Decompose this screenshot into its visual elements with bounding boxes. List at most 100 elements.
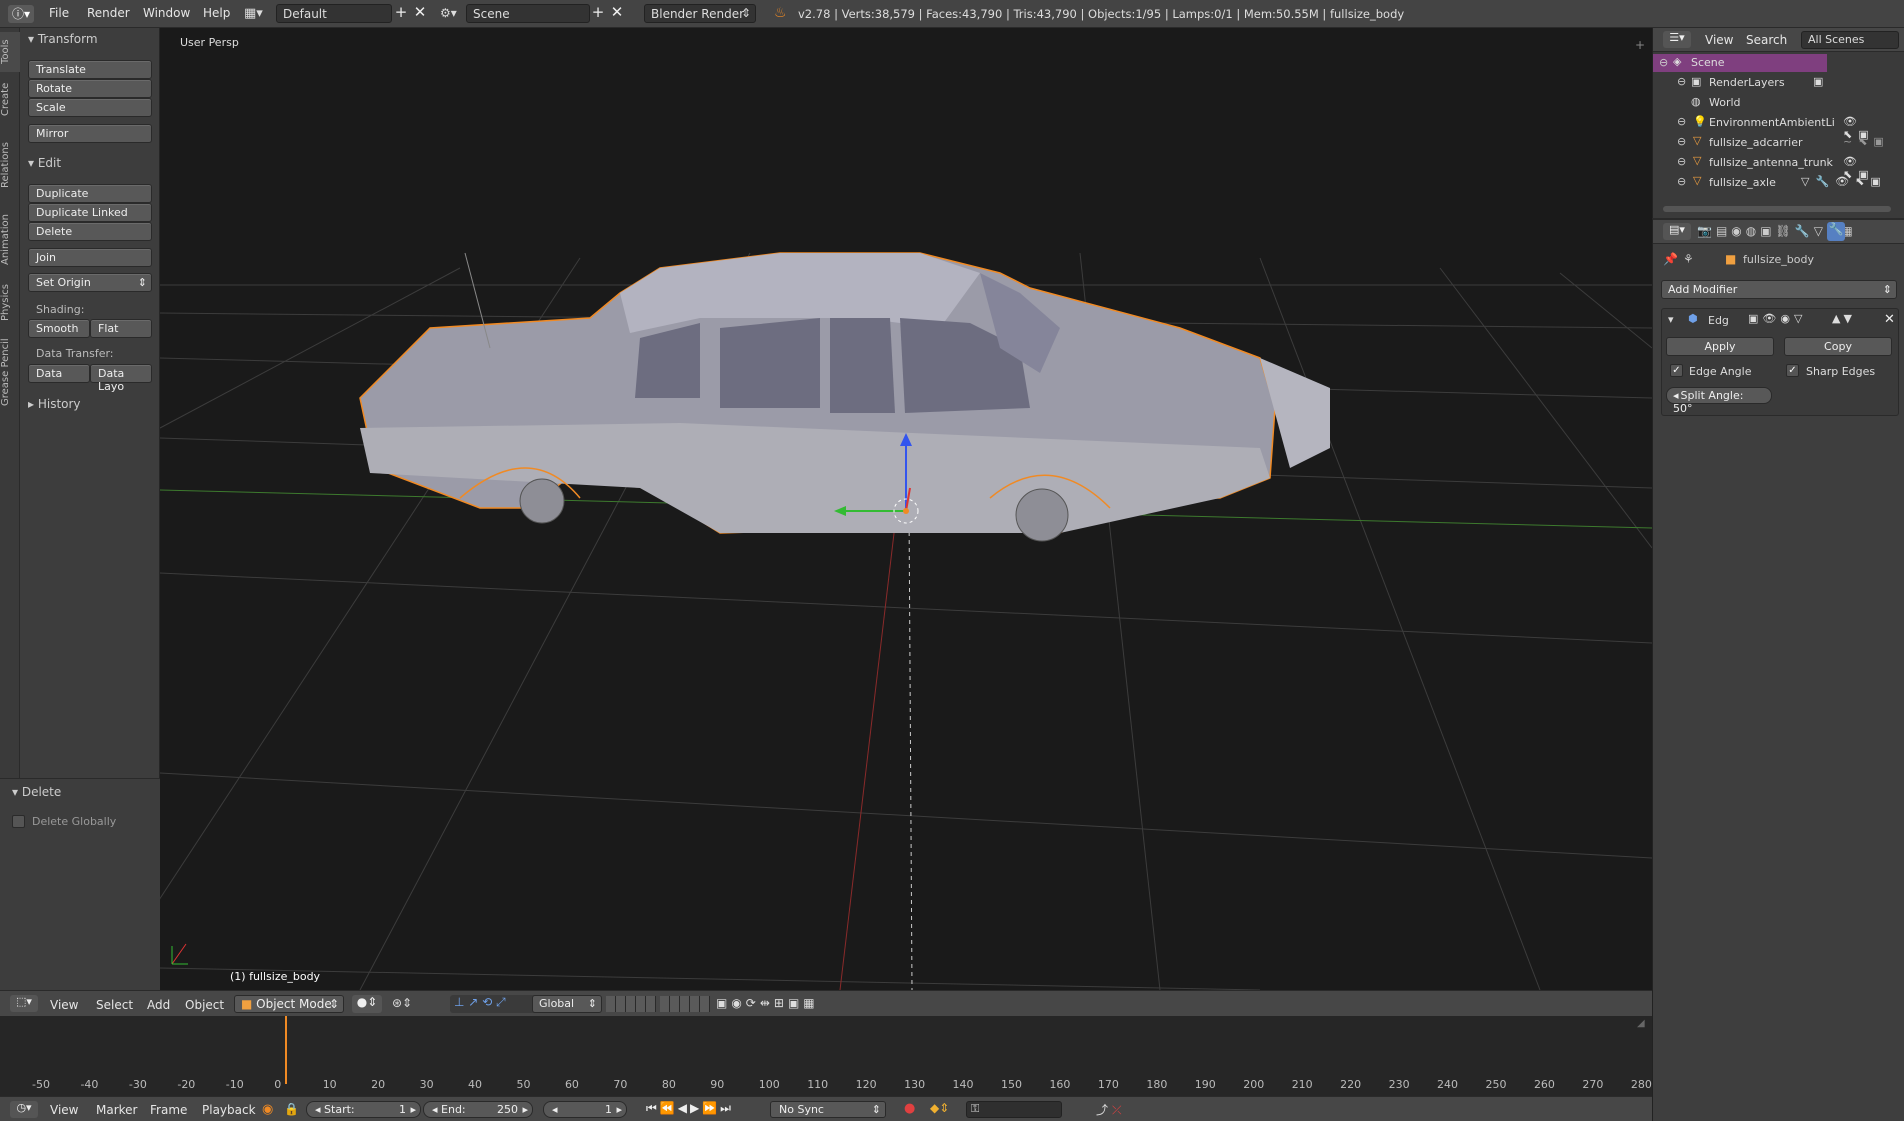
tab-tools[interactable]: Tools (0, 32, 20, 72)
timeline[interactable]: -50 -40 -30 -20 -10 0 10 20 30 40 50 60 70 80 90 100 110… (0, 1016, 1652, 1096)
translate-button[interactable]: Translate (28, 60, 152, 79)
sync-selector[interactable]: No Sync ⇕ (770, 1101, 886, 1118)
scale-button[interactable]: Scale (28, 98, 152, 117)
panel-edit-header[interactable]: ▾ Edit (28, 156, 61, 170)
modifier-remove-icon[interactable]: ✕ (1884, 312, 1895, 327)
delete-operator-header[interactable]: ▾ Delete (12, 785, 61, 799)
close-scene-icon[interactable]: ✕ (608, 4, 626, 23)
menu-window[interactable]: Window (143, 6, 190, 20)
add-layout-icon[interactable]: + (392, 4, 410, 23)
split-angle-field[interactable]: ◂ Split Angle: 50° (1666, 387, 1772, 415)
data-button[interactable]: Data (28, 364, 90, 383)
menu-select[interactable]: Select (96, 998, 133, 1012)
tl-menu-view[interactable]: View (50, 1103, 78, 1117)
smooth-button[interactable]: Smooth (28, 319, 90, 338)
modifier-move-icons[interactable]: ▲▼ (1832, 312, 1855, 325)
render-engine-selector[interactable]: Blender Render ⇕ (644, 4, 756, 23)
layout-selector[interactable]: Default (276, 4, 392, 23)
keying-icon[interactable]: ◉ (262, 1102, 273, 1117)
timeline-tick-label: 30 (419, 1078, 434, 1091)
properties-editor-icon[interactable]: ▤▾ (1663, 223, 1691, 240)
outliner-item-renderlayers[interactable]: ⊖ ▣ RenderLayers ▣ (1653, 74, 1893, 94)
end-frame-field[interactable]: ◂ End: 250 ▸ (423, 1101, 533, 1118)
start-frame-field[interactable]: ◂ Start: 1 ▸ (306, 1101, 421, 1118)
scene-selector[interactable]: Scene (466, 4, 590, 23)
tl-menu-marker[interactable]: Marker (96, 1103, 137, 1117)
tab-animation[interactable]: Animation (0, 208, 20, 272)
close-layout-icon[interactable]: ✕ (411, 4, 429, 23)
key-insert-icons[interactable]: ⤴⤫ (1096, 1101, 1126, 1118)
3d-viewport[interactable]: User Persp (1) fullsize_body + (160, 28, 1652, 990)
viewport-corner-icon[interactable]: + (1635, 38, 1645, 52)
tab-relations[interactable]: Relations (0, 126, 20, 204)
outliner-item-antenna[interactable]: ⊖ ▽ fullsize_antenna_trunk 👁⬉▣ (1653, 154, 1893, 181)
add-modifier-dropdown[interactable]: Add Modifier ⇕ (1661, 280, 1897, 299)
apply-button[interactable]: Apply (1666, 337, 1774, 356)
timeline-corner-icon[interactable]: ◢ (1637, 1018, 1645, 1029)
modifier-collapse-icon[interactable]: ▾ (1668, 313, 1674, 326)
view-tool-icons[interactable]: ▣◉⟳⇹⊞▣▦ (716, 996, 819, 1010)
tl-menu-frame[interactable]: Frame (150, 1103, 187, 1117)
outliner-menu-search[interactable]: Search (1746, 33, 1787, 47)
menu-add[interactable]: Add (147, 998, 170, 1012)
pivot-icon[interactable]: ⊛⇕ (392, 996, 412, 1010)
timeline-editor-icon[interactable]: ◷▾ (10, 1101, 38, 1118)
outliner-item-world[interactable]: ◍ World (1653, 94, 1893, 114)
outliner-scrollbar[interactable] (1663, 206, 1891, 212)
menu-object[interactable]: Object (185, 998, 224, 1012)
rotate-button[interactable]: Rotate (28, 79, 152, 98)
pin-icon[interactable]: 📌 (1663, 252, 1678, 266)
panel-transform-header[interactable]: ▾ Transform (28, 32, 98, 46)
layers-grid-2[interactable] (660, 996, 710, 1012)
menu-file[interactable]: File (49, 6, 69, 20)
tl-menu-playback[interactable]: Playback (202, 1103, 256, 1117)
object-mode-selector[interactable]: ■ Object Mode ⇕ (234, 995, 344, 1013)
manipulator-icons[interactable]: ⊥ ↗ ⟲ ⤢ (450, 995, 538, 1013)
record-icon[interactable]: ● (904, 1101, 915, 1116)
modifier-visibility-icons[interactable]: ▣👁◉▽ (1748, 312, 1806, 325)
outliner-item-scene[interactable]: ⊖ ◈ Scene (1653, 54, 1827, 72)
tab-physics[interactable]: Physics (0, 276, 20, 330)
layout-icon[interactable]: ▦▾ (244, 6, 272, 22)
delete-globally-checkbox[interactable] (12, 815, 25, 828)
add-scene-icon[interactable]: + (589, 4, 607, 23)
orientation-selector[interactable]: Global ⇕ (532, 995, 602, 1013)
delete-button[interactable]: Delete (28, 222, 152, 241)
modifier-name-field[interactable]: Edg (1708, 314, 1729, 327)
modifier-tab-icon[interactable]: 🔧 (1827, 222, 1845, 241)
set-origin-dropdown[interactable]: Set Origin ⇕ (28, 273, 152, 292)
menu-render[interactable]: Render (87, 6, 130, 20)
duplicate-button[interactable]: Duplicate (28, 184, 152, 203)
keyframe-icon[interactable]: ◆⇕ (930, 1101, 949, 1115)
outliner-editor-icon[interactable]: ☰▾ (1663, 31, 1691, 48)
outliner-item-adcarrier[interactable]: ⊖ ▽ fullsize_adcarrier ~⬉▣ (1653, 134, 1893, 154)
copy-button[interactable]: Copy (1784, 337, 1892, 356)
menu-help[interactable]: Help (203, 6, 230, 20)
layers-grid[interactable] (606, 996, 656, 1012)
keying-set-field[interactable]: ⚿ (966, 1101, 1062, 1118)
outliner-filter-selector[interactable]: All Scenes (1801, 31, 1899, 49)
sharp-edges-checkbox[interactable]: ✓ (1786, 364, 1799, 377)
join-button[interactable]: Join (28, 248, 152, 267)
current-frame-field[interactable]: ◂ 1 ▸ (543, 1101, 627, 1118)
scene-icon[interactable]: ⚙▾ (440, 6, 457, 20)
tab-grease-pencil[interactable]: Grease Pencil (0, 334, 20, 410)
editor-type-icon[interactable]: ⬚▾ (10, 995, 38, 1012)
data-layout-button[interactable]: Data Layo (90, 364, 152, 393)
shading-mode-icon[interactable]: ●⇕ (352, 995, 382, 1013)
outliner-menu-view[interactable]: View (1705, 33, 1733, 47)
info-editor-icon[interactable]: ⓘ▾ (8, 5, 34, 23)
duplicate-linked-button[interactable]: Duplicate Linked (28, 203, 152, 222)
lock-icon[interactable]: 🔒 (284, 1102, 299, 1116)
flat-button[interactable]: Flat (90, 319, 152, 338)
timeline-tick-label: 130 (904, 1078, 926, 1091)
playback-controls[interactable]: ⏮⏪◀▶⏩⏭ (646, 1101, 734, 1116)
mirror-button[interactable]: Mirror (28, 124, 152, 143)
tab-create[interactable]: Create (0, 76, 20, 122)
tool-shelf: ▾ Transform Translate Rotate Scale Mirro… (0, 28, 160, 1023)
edge-angle-checkbox[interactable]: ✓ (1670, 364, 1683, 377)
outliner-item-axle[interactable]: ⊖ ▽ fullsize_axle ▽🔧👁⬉▣ (1653, 174, 1893, 194)
outliner-item-lamp[interactable]: ⊖ 💡 EnvironmentAmbientLi 👁⬉▣ (1653, 114, 1893, 141)
panel-history-header[interactable]: ▸ History (28, 397, 81, 411)
menu-view[interactable]: View (50, 998, 78, 1012)
